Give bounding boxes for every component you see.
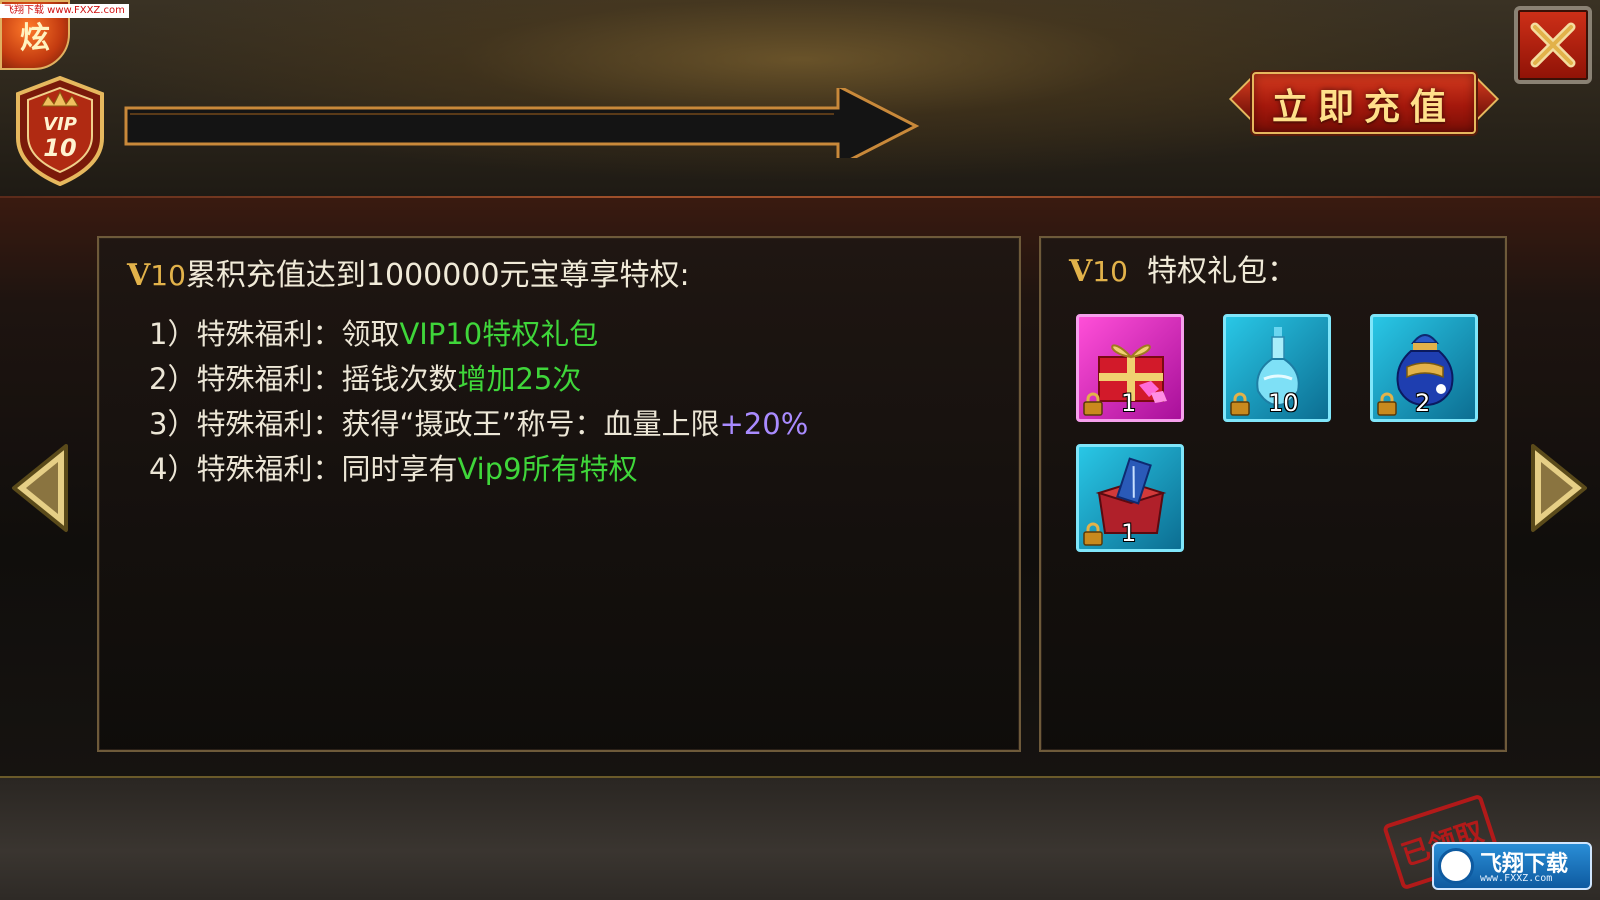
lock-icon [1377,392,1397,416]
previous-vip-arrow[interactable] [8,440,72,536]
benefit-text: 4）特殊福利：同时享有 [149,452,458,486]
benefit-item: 1）特殊福利：领取VIP10特权礼包 [149,312,808,357]
benefit-highlight: VIP10特权礼包 [399,317,599,351]
vip-progress-bar [124,88,920,158]
footer-area [0,778,1600,900]
recharge-now-button[interactable]: 立即充值 [1222,64,1506,144]
logo-circle-icon [1438,848,1474,884]
gift-item-slot[interactable]: 1 [1076,314,1184,422]
recharge-button-label: 立即充值 [1271,86,1456,128]
benefit-list: 1）特殊福利：领取VIP10特权礼包 2）特殊福利：摇钱次数增加25次 3）特殊… [149,312,808,492]
vip-level-badge: VIP 10 [16,76,104,186]
gift-item-slot[interactable]: 1 [1076,444,1184,552]
gift-item-slot[interactable]: 2 [1370,314,1478,422]
gift-item-slot[interactable]: 10 [1223,314,1331,422]
v-mark: V [127,258,151,293]
item-count: 1 [1121,519,1137,547]
vip-badge-level: 10 [43,134,76,162]
benefit-text: 3）特殊福利：获得“摄政王”称号：血量上限 [149,407,720,441]
benefit-item: 2）特殊福利：摇钱次数增加25次 [149,357,808,402]
watermark-text: 飞翔下载 www.FXXZ.com [0,4,129,18]
vip-badge-label: VIP [43,114,77,135]
site-watermark-logo: 飞翔下载 www.FXXZ.com [1432,842,1592,890]
lock-icon [1083,522,1103,546]
next-vip-arrow[interactable] [1527,440,1591,536]
item-count: 10 [1268,389,1299,417]
gift-pack-title-text: 特权礼包： [1147,254,1297,289]
benefit-highlight: +20% [719,407,809,441]
gift-pack-title: V10 特权礼包： [1069,246,1297,290]
privilege-title: V10累积充值达到1000000元宝尊享特权: [127,250,690,294]
item-count: 1 [1121,389,1137,417]
logo-url: www.FXXZ.com [1480,873,1553,884]
close-button[interactable] [1514,6,1592,84]
gift-pack-panel: V10 特权礼包： 1 10 2 1 [1039,236,1507,752]
lock-icon [1083,392,1103,416]
benefit-highlight: Vip9所有特权 [457,452,638,486]
v-level: 10 [1092,255,1128,288]
benefit-text: 2）特殊福利：摇钱次数 [149,362,458,396]
benefit-item: 3）特殊福利：获得“摄政王”称号：血量上限+20% [149,402,808,447]
privilege-panel: V10累积充值达到1000000元宝尊享特权: 1）特殊福利：领取VIP10特权… [97,236,1021,752]
lock-icon [1230,392,1250,416]
close-icon [1530,22,1576,68]
benefit-text: 1）特殊福利：领取 [149,317,400,351]
benefit-item: 4）特殊福利：同时享有Vip9所有特权 [149,447,808,492]
v-level: 10 [150,259,186,292]
v-mark: V [1069,254,1093,289]
corner-badge-label: 炫 [20,21,50,56]
benefit-highlight: 增加25次 [457,362,582,396]
privilege-title-text: 累积充值达到1000000元宝尊享特权: [185,258,690,293]
item-count: 2 [1415,389,1431,417]
